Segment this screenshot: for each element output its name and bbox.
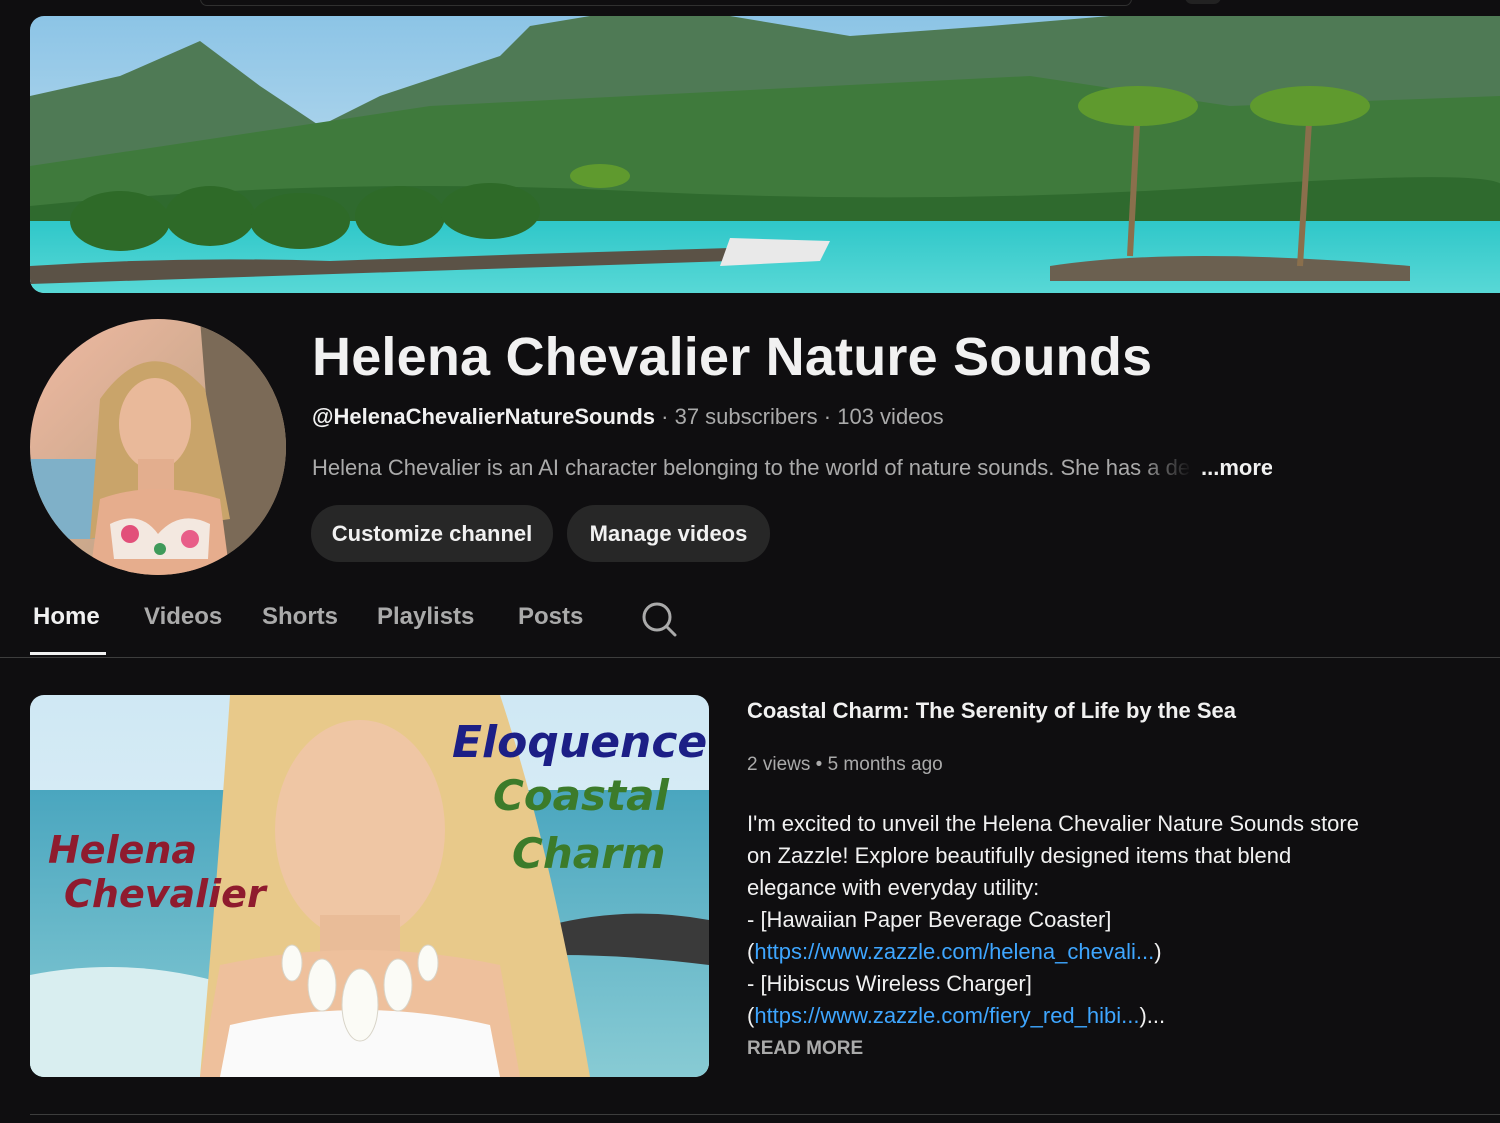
- description-line: - [Hibiscus Wireless Charger]: [747, 971, 1032, 996]
- thumbnail-image: Helena Chevalier Eloquence Coastal Charm: [30, 695, 709, 1077]
- description-line: elegance with everyday utility:: [747, 875, 1040, 900]
- tab-posts[interactable]: Posts: [518, 603, 583, 631]
- top-strip: [0, 0, 1500, 16]
- subscriber-count: 37 subscribers: [674, 404, 818, 429]
- thumbnail-text-charm: Charm: [512, 829, 666, 878]
- view-count: 2 views: [747, 754, 811, 775]
- upload-age: 5 months ago: [827, 754, 943, 775]
- channel-handle: @HelenaChevalierNatureSounds: [312, 404, 655, 429]
- channel-tabs: Home Videos Shorts Playlists Posts: [0, 595, 1500, 658]
- tropical-island-banner-image: [30, 16, 1500, 293]
- read-more-button[interactable]: READ MORE: [747, 1038, 863, 1060]
- description-line: (https://www.zazzle.com/helena_chevali..…: [747, 936, 1387, 968]
- zazzle-charger-link[interactable]: https://www.zazzle.com/fiery_red_hibi...: [754, 1003, 1139, 1028]
- meta-separator: ·: [823, 404, 832, 429]
- thumbnail-text-helena: Helena: [48, 828, 197, 872]
- channel-name: Helena Chevalier Nature Sounds: [312, 327, 1153, 387]
- description-line: on Zazzle! Explore beautifully designed …: [747, 843, 1292, 868]
- featured-video-title[interactable]: Coastal Charm: The Serenity of Life by t…: [747, 698, 1236, 724]
- tab-videos[interactable]: Videos: [144, 603, 222, 631]
- paren: ): [1154, 939, 1162, 964]
- channel-description-text: Helena Chevalier is an AI character belo…: [312, 455, 1191, 480]
- channel-description[interactable]: Helena Chevalier is an AI character belo…: [312, 455, 1272, 487]
- search-icon[interactable]: [640, 600, 678, 638]
- channel-avatar[interactable]: [30, 319, 286, 575]
- zazzle-coaster-link[interactable]: https://www.zazzle.com/helena_chevali...: [754, 939, 1154, 964]
- featured-video-thumbnail[interactable]: Helena Chevalier Eloquence Coastal Charm: [30, 695, 709, 1077]
- description-line: - [Hawaiian Paper Beverage Coaster]: [747, 907, 1112, 932]
- voice-search-edge[interactable]: [1185, 0, 1221, 4]
- section-divider: [30, 1114, 1500, 1115]
- description-more-link[interactable]: ...more: [1201, 455, 1272, 481]
- featured-video-stats: 2 views • 5 months ago: [747, 754, 943, 776]
- meta-separator: ·: [661, 404, 669, 429]
- thumbnail-text-coastal: Coastal: [493, 771, 669, 820]
- search-bar-edge[interactable]: [200, 0, 1132, 6]
- video-count: 103 videos: [837, 404, 944, 429]
- tab-playlists[interactable]: Playlists: [377, 603, 474, 631]
- thumbnail-text-chevalier: Chevalier: [64, 872, 268, 916]
- avatar-image: [30, 319, 286, 575]
- channel-banner: [30, 16, 1500, 293]
- customize-channel-button[interactable]: Customize channel: [311, 505, 553, 562]
- stats-separator: •: [815, 754, 823, 775]
- tab-home[interactable]: Home: [33, 603, 100, 631]
- manage-videos-button[interactable]: Manage videos: [567, 505, 770, 562]
- tab-shorts[interactable]: Shorts: [262, 603, 338, 631]
- featured-video-description: I'm excited to unveil the Helena Chevali…: [747, 808, 1387, 1032]
- channel-meta: @HelenaChevalierNatureSounds · 37 subscr…: [312, 404, 944, 430]
- description-line: (https://www.zazzle.com/fiery_red_hibi..…: [747, 1000, 1387, 1032]
- description-line: I'm excited to unveil the Helena Chevali…: [747, 811, 1359, 836]
- thumbnail-text-eloquence: Eloquence: [452, 717, 707, 768]
- paren: )...: [1139, 1003, 1166, 1028]
- active-tab-indicator: [30, 652, 106, 655]
